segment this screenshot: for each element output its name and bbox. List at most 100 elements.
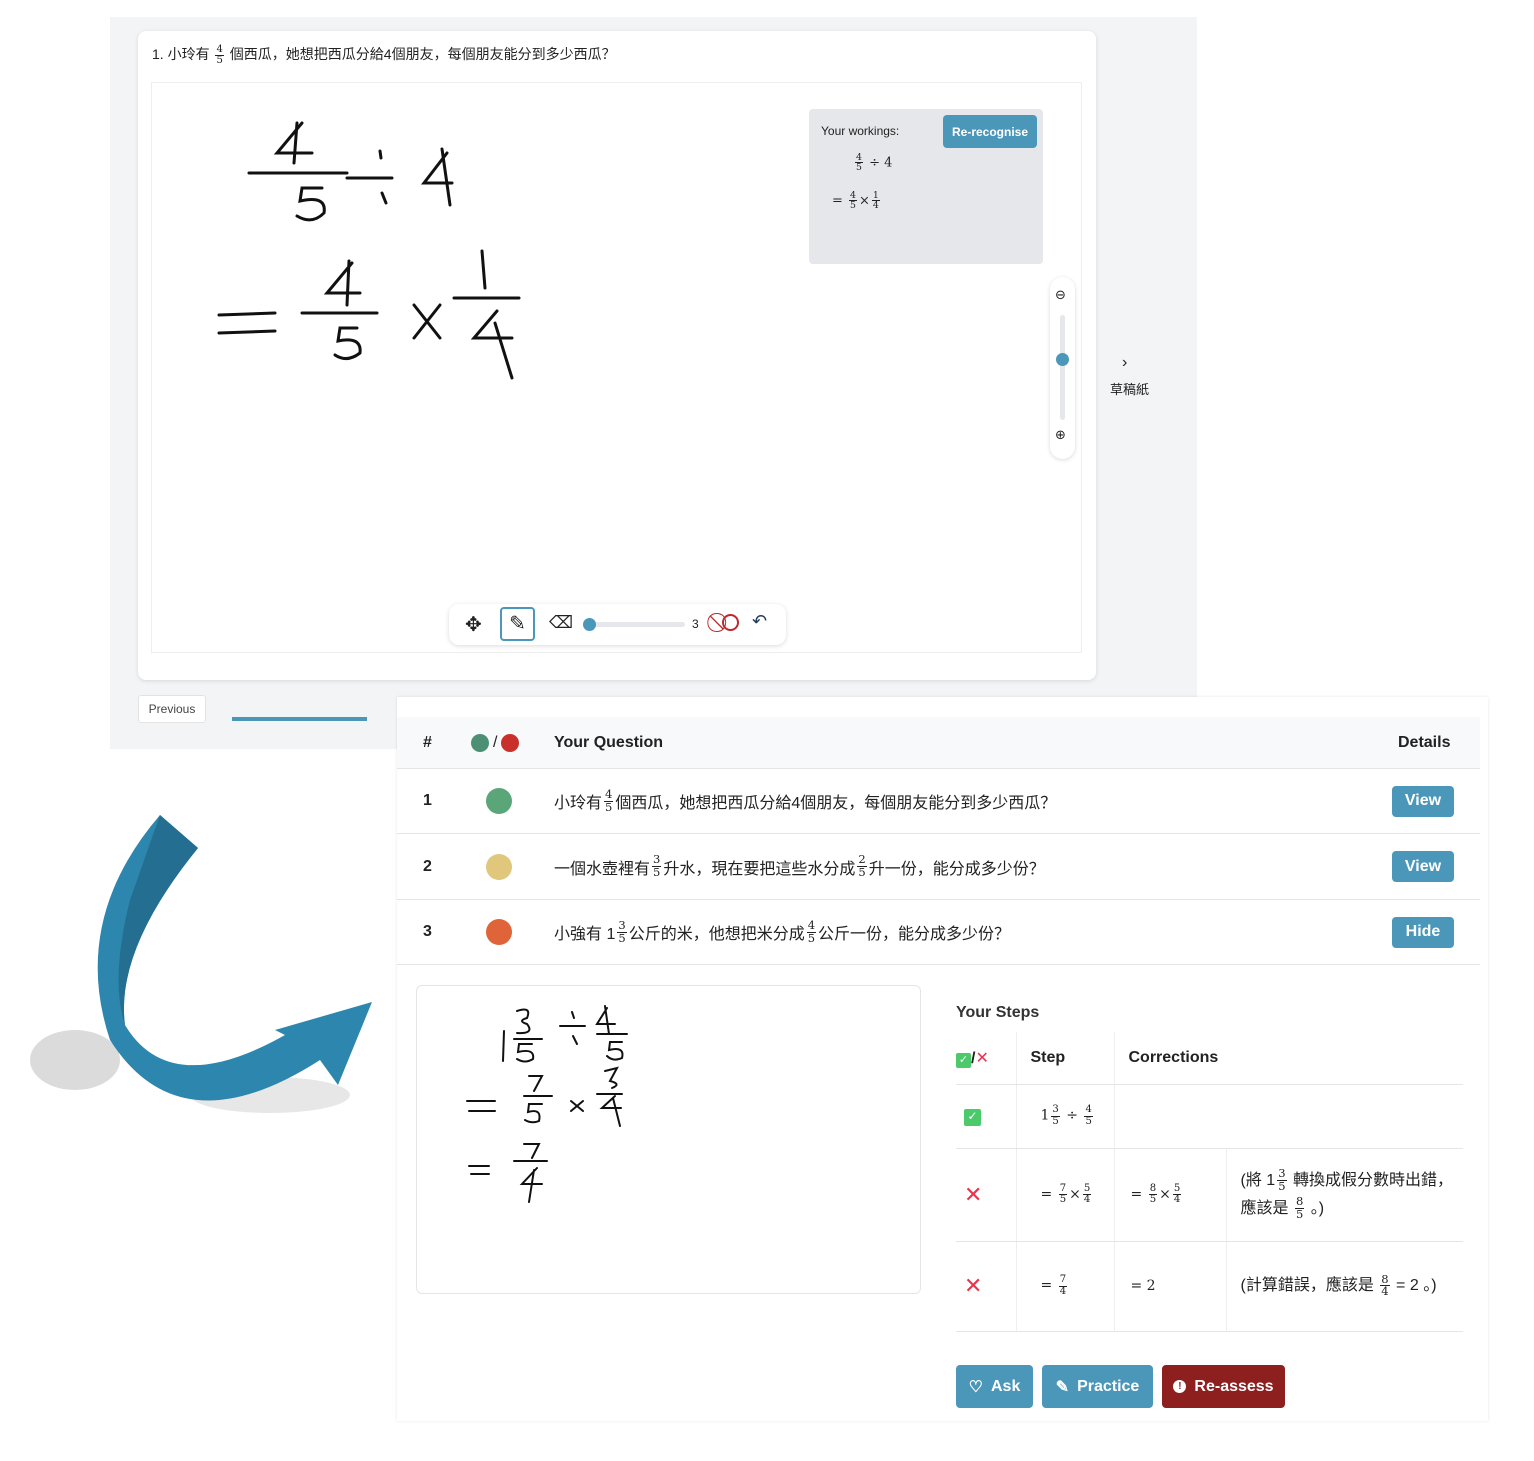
exclamation-icon: ! bbox=[1173, 1380, 1187, 1393]
fraction: 75 bbox=[1058, 1183, 1068, 1205]
unhappy-face-icon bbox=[486, 919, 512, 945]
hide-button[interactable]: Hide bbox=[1392, 916, 1454, 948]
cross-icon: ✕ bbox=[964, 1181, 983, 1207]
text-segment: 一個水壺裡有 bbox=[554, 860, 651, 878]
re-recognise-button[interactable]: Re-recognise bbox=[943, 115, 1037, 148]
fraction: 35 bbox=[1051, 1105, 1060, 1127]
fraction: 85 bbox=[1148, 1183, 1158, 1205]
practice-button[interactable]: ✎ Practice bbox=[1042, 1365, 1153, 1408]
text-segment: 公斤一份，能分成多少份？ bbox=[818, 926, 1011, 943]
question-row: 3 小強有 135 公斤的米，他想把米分成 45 公斤一份，能分成多少份？ Hi… bbox=[397, 900, 1480, 965]
step-header: Step bbox=[1016, 1032, 1115, 1085]
zoom-slider-thumb[interactable] bbox=[1056, 353, 1069, 366]
ask-button[interactable]: ♡ Ask bbox=[956, 1365, 1033, 1408]
handwriting bbox=[466, 1005, 628, 1203]
view-button[interactable]: View bbox=[1392, 851, 1454, 882]
denominator: 5 bbox=[1278, 1178, 1286, 1193]
eraser-icon[interactable]: ⌫ bbox=[549, 613, 573, 633]
pen-icon[interactable]: ✎ bbox=[500, 607, 535, 641]
reassess-label: Re-assess bbox=[1194, 1377, 1274, 1395]
fraction: 84 bbox=[1380, 1273, 1390, 1299]
denominator: 4 bbox=[1381, 1284, 1389, 1299]
neutral-face-icon bbox=[486, 853, 512, 880]
denominator: 5 bbox=[605, 799, 613, 814]
text-segment: ÷ 4 bbox=[864, 155, 893, 171]
denominator: 5 bbox=[216, 54, 223, 66]
denominator: 5 bbox=[807, 930, 816, 945]
cross-icon: ✕ bbox=[975, 1049, 989, 1067]
header-mood: / bbox=[471, 717, 520, 768]
numerator: 4 bbox=[1084, 1104, 1093, 1117]
fraction: 45 bbox=[849, 191, 857, 211]
zoom-in-icon[interactable]: ⊕ bbox=[1055, 427, 1066, 443]
text-segment: 。) bbox=[1306, 1199, 1325, 1217]
step-row: ✕ = 7 5 × 5 4 = 8 5 × 5 4 (將 135 轉換成假分數時出錯，應該是 8… bbox=[956, 1148, 1463, 1242]
denominator: 4 bbox=[1173, 1194, 1181, 1205]
text-segment: 小強有 1 bbox=[554, 926, 616, 943]
chevron-right-icon[interactable]: › bbox=[1122, 354, 1127, 372]
text-segment: 個西瓜，她想把西瓜分給4個朋友，每個朋友能分到多少西瓜？ bbox=[225, 46, 616, 62]
question-title: 1. 小玲有 45 個西瓜，她想把西瓜分給4個朋友，每個朋友能分到多少西瓜？ bbox=[152, 44, 616, 66]
fraction: 25 bbox=[857, 854, 867, 878]
workings-line-1: 45 ÷ 4 bbox=[853, 153, 892, 173]
denominator: 4 bbox=[1059, 1285, 1067, 1297]
question-number: 2 bbox=[423, 857, 432, 875]
step-expression: = 74 bbox=[1016, 1241, 1115, 1332]
zoom-out-icon[interactable]: ⊖ bbox=[1055, 287, 1066, 303]
previous-button[interactable]: Previous bbox=[138, 695, 206, 723]
correction-expression: = 2 bbox=[1114, 1241, 1227, 1332]
steps-table: ✓/✕ Step Corrections ✓ 135 ÷ 45 ✕ = 7 5 × 5… bbox=[956, 1032, 1463, 1332]
fraction: 45 bbox=[855, 153, 863, 173]
text-segment: 升一份，能分成多少份？ bbox=[868, 860, 1045, 878]
step-expression: 135 ÷ 45 bbox=[1016, 1084, 1115, 1149]
slash: / bbox=[493, 733, 498, 751]
workings-label: Your workings: bbox=[821, 124, 900, 138]
check-icon: ✓ bbox=[964, 1108, 981, 1126]
fraction: 35 bbox=[617, 919, 627, 944]
text-segment: = 2 bbox=[1130, 1278, 1156, 1294]
zoom-control: ⊖ ⊕ bbox=[1050, 277, 1075, 459]
brush-size-thumb[interactable] bbox=[583, 618, 596, 631]
practice-label: Practice bbox=[1077, 1377, 1140, 1395]
undo-icon[interactable]: ↶ bbox=[752, 611, 767, 632]
correction-note: (將 135 轉換成假分數時出錯，應該是 85 。) bbox=[1226, 1148, 1463, 1242]
text-segment: = bbox=[832, 193, 848, 209]
header-question: Your Question bbox=[554, 733, 664, 751]
clear-icon-ring[interactable] bbox=[722, 614, 739, 631]
fraction: 14 bbox=[871, 191, 880, 211]
student-workings-image bbox=[416, 985, 921, 1294]
text-segment: = 2 。) bbox=[1391, 1277, 1437, 1294]
text-segment: 1 bbox=[1040, 1108, 1050, 1124]
fraction: 35 bbox=[1277, 1168, 1287, 1193]
drawing-toolbar: ✥ ✎ ⌫ 3 ⃠ ↶ bbox=[449, 604, 786, 645]
step-row: ✓ 135 ÷ 45 bbox=[956, 1084, 1463, 1149]
ask-label: Ask bbox=[990, 1377, 1021, 1395]
correction-note: (計算錯誤，應該是 84 = 2 。) bbox=[1226, 1241, 1463, 1332]
text-segment: = bbox=[1040, 1278, 1057, 1294]
action-buttons: ♡ Ask ✎ Practice ! Re-assess bbox=[956, 1365, 1285, 1408]
reassess-button[interactable]: ! Re-assess bbox=[1162, 1365, 1285, 1408]
steps-title: Your Steps bbox=[956, 1004, 1040, 1021]
sad-face-icon bbox=[501, 733, 520, 752]
fraction: 85 bbox=[1294, 1196, 1305, 1220]
mood-cell bbox=[486, 900, 512, 964]
fraction: 35 bbox=[652, 854, 662, 878]
mood-cell bbox=[486, 835, 512, 899]
denominator: 5 bbox=[1059, 1194, 1067, 1205]
move-icon[interactable]: ✥ bbox=[465, 612, 482, 637]
scratch-paper-label[interactable]: 草稿紙 bbox=[1110, 379, 1149, 398]
question-number: 1 bbox=[423, 792, 432, 809]
denominator: 5 bbox=[1052, 1115, 1059, 1127]
text-segment: × bbox=[858, 193, 870, 209]
brush-size-slider[interactable] bbox=[585, 622, 685, 627]
denominator: 5 bbox=[850, 200, 856, 212]
zoom-slider-track[interactable] bbox=[1060, 315, 1065, 420]
header-details: Details bbox=[1398, 733, 1451, 751]
mood-cell bbox=[486, 769, 512, 833]
text-segment: × bbox=[1069, 1186, 1081, 1203]
numerator: 7 bbox=[1058, 1274, 1068, 1287]
question-text: 小強有 135 公斤的米，他想把米分成 45 公斤一份，能分成多少份？ bbox=[554, 900, 1010, 964]
workings-line-2: = 4 5 × 1 4 bbox=[832, 191, 882, 211]
progress-bar bbox=[232, 717, 367, 721]
view-button[interactable]: View bbox=[1392, 785, 1454, 817]
